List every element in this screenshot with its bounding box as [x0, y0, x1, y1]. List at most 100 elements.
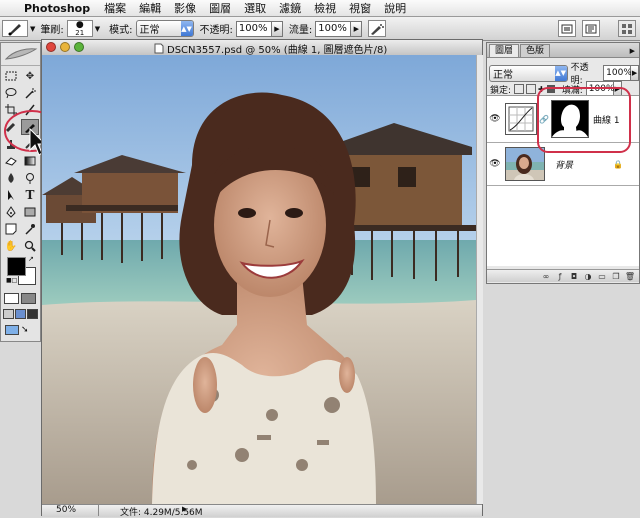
tab-channels[interactable]: 色版	[520, 44, 551, 57]
airbrush-button[interactable]	[368, 20, 387, 37]
zoom-level[interactable]: 50%	[56, 505, 76, 515]
new-layer-icon[interactable]: ❐	[609, 271, 623, 282]
jump-to-imageready-icon[interactable]	[5, 325, 19, 335]
brush-icon	[8, 23, 21, 35]
new-adjustment-layer-icon[interactable]: ◑	[581, 271, 595, 282]
menu-layer[interactable]: 圖層	[209, 0, 231, 16]
link-layers-icon[interactable]: ∞	[539, 271, 553, 282]
add-mask-icon[interactable]: ◘	[567, 271, 581, 282]
layers-palette: 圖層 色版 ▶ 正常 ▲▼ 不透明: 100% ▶ 鎖定: ✚ 填滿: 100% ▶…	[486, 42, 640, 284]
palette-well-grid-icon	[622, 23, 632, 34]
lock-label: 鎖定:	[490, 85, 512, 96]
zoom-window-icon[interactable]	[74, 42, 84, 52]
path-selection-tool-icon[interactable]	[2, 187, 20, 203]
brush-dot-icon: ●	[75, 19, 84, 30]
full-screen-icon[interactable]	[27, 309, 38, 319]
layer-opacity-slider-icon[interactable]: ▶	[631, 65, 640, 81]
document-titlebar[interactable]: DSCN3557.psd @ 50% (曲線 1, 圖層遮色片/8)	[42, 40, 482, 56]
file-browser-button[interactable]	[558, 20, 576, 37]
flow-label: 流量:	[288, 25, 313, 36]
background-lock-icon: 🔒	[613, 159, 623, 169]
file-browser-icon	[561, 24, 573, 33]
opacity-label: 不透明:	[199, 25, 233, 36]
menu-edit[interactable]: 編輯	[139, 0, 161, 16]
move-tool-icon[interactable]: ✥	[21, 68, 39, 84]
eyedropper-tool-icon[interactable]	[21, 221, 39, 237]
foreground-color-swatch[interactable]	[7, 257, 26, 276]
layer-opacity-input[interactable]: 100%	[603, 65, 632, 81]
dodge-tool-icon[interactable]	[21, 170, 39, 186]
toggle-palettes-button[interactable]	[582, 20, 600, 37]
menu-file[interactable]: 檔案	[104, 0, 126, 16]
type-tool-icon[interactable]: T	[21, 187, 39, 203]
toolbox-header[interactable]	[1, 43, 40, 66]
zoom-tool-icon[interactable]	[21, 238, 39, 254]
canvas-photo[interactable]	[42, 55, 476, 504]
blur-tool-icon[interactable]	[2, 170, 20, 186]
standard-mode-icon[interactable]	[4, 293, 19, 304]
standard-screen-icon[interactable]	[3, 309, 14, 319]
brush-picker-arrow-icon[interactable]: ▼	[95, 25, 100, 33]
lock-transparency-icon[interactable]	[514, 84, 525, 94]
notes-tool-icon[interactable]	[2, 221, 20, 237]
opacity-input[interactable]: 100%	[235, 20, 272, 37]
menu-view[interactable]: 檢視	[314, 0, 336, 16]
blend-mode-dropdown[interactable]: 正常 ▲▼	[489, 64, 568, 82]
beach-portrait-image	[42, 55, 476, 504]
status-menu-arrow-icon[interactable]: ▶	[182, 505, 187, 513]
document-size-info: 文件: 4.29M/5.56M	[120, 508, 203, 518]
tool-preset-arrow-icon[interactable]: ▼	[30, 25, 35, 33]
palette-well[interactable]	[618, 20, 636, 37]
menu-help[interactable]: 說明	[384, 0, 406, 16]
hand-tool-icon[interactable]: ✋	[2, 238, 20, 254]
mode-label: 模式:	[109, 25, 133, 36]
close-window-icon[interactable]	[46, 42, 56, 52]
palette-menu-arrow-icon[interactable]: ▶	[630, 47, 635, 55]
brush-size: 21	[75, 28, 85, 37]
app-menu[interactable]: Photoshop	[24, 2, 90, 15]
quick-mask-mode-icon[interactable]	[21, 293, 36, 304]
toolbox: ✥ T ✋ ↗ ■□ ➘	[0, 42, 41, 342]
tool-preset-picker[interactable]	[2, 20, 28, 37]
menu-image[interactable]: 影像	[174, 0, 196, 16]
brush-picker[interactable]: ● 21	[66, 19, 93, 37]
flow-slider-arrow-icon[interactable]: ▶	[351, 20, 363, 37]
menu-filter[interactable]: 濾鏡	[279, 0, 301, 16]
flow-input[interactable]: 100%	[315, 20, 352, 37]
minimize-window-icon[interactable]	[60, 42, 70, 52]
mode-dropdown[interactable]: 正常 ▲▼	[135, 20, 194, 37]
vertical-scrollbar[interactable]	[476, 55, 483, 504]
layer-name-background[interactable]: 背景	[555, 158, 573, 171]
mask-mode-buttons	[4, 293, 38, 305]
magic-wand-tool-icon[interactable]	[21, 85, 39, 101]
blend-mode-arrow-icon: ▲▼	[554, 65, 567, 81]
feather-logo-icon	[4, 48, 37, 60]
curves-adjustment-thumbnail	[505, 103, 537, 135]
document-window: DSCN3557.psd @ 50% (曲線 1, 圖層遮色片/8) 50% 文…	[41, 39, 483, 518]
layer-visibility-eye-icon[interactable]: 👁	[487, 114, 503, 124]
menu-window[interactable]: 視窗	[349, 0, 371, 16]
jump-arrow-icon[interactable]: ➘	[21, 325, 35, 335]
color-swatches: ↗ ■□	[6, 255, 36, 287]
menu-bar: Photoshop 檔案 編輯 影像 圖層 選取 濾鏡 檢視 視窗 說明	[0, 0, 640, 17]
menu-select[interactable]: 選取	[244, 0, 266, 16]
tab-layers[interactable]: 圖層	[489, 44, 520, 57]
opacity-slider-arrow-icon[interactable]: ▶	[271, 20, 283, 37]
psd-document-icon	[154, 43, 164, 54]
layer-style-icon[interactable]: ƒ	[553, 271, 567, 282]
swap-colors-icon[interactable]: ↗	[28, 255, 34, 263]
background-visibility-eye-icon[interactable]: 👁	[487, 159, 503, 169]
pen-tool-icon[interactable]	[2, 204, 20, 220]
screen-mode-buttons	[3, 309, 39, 321]
marquee-tool-icon[interactable]	[2, 68, 20, 84]
full-screen-menu-icon[interactable]	[15, 309, 26, 319]
new-group-icon[interactable]: ▭	[595, 271, 609, 282]
blend-mode-value: 正常	[493, 69, 513, 81]
default-colors-icon[interactable]: ■□	[6, 277, 17, 284]
delete-layer-icon[interactable]: 🗑	[623, 271, 637, 282]
airbrush-icon	[371, 23, 385, 35]
lock-image-icon[interactable]	[526, 84, 537, 94]
lasso-tool-icon[interactable]	[2, 85, 20, 101]
shape-tool-icon[interactable]	[21, 204, 39, 220]
options-bar: ▼ 筆刷: ● 21 ▼ 模式: 正常 ▲▼ 不透明: 100% ▶ 流量: 10…	[0, 17, 640, 41]
